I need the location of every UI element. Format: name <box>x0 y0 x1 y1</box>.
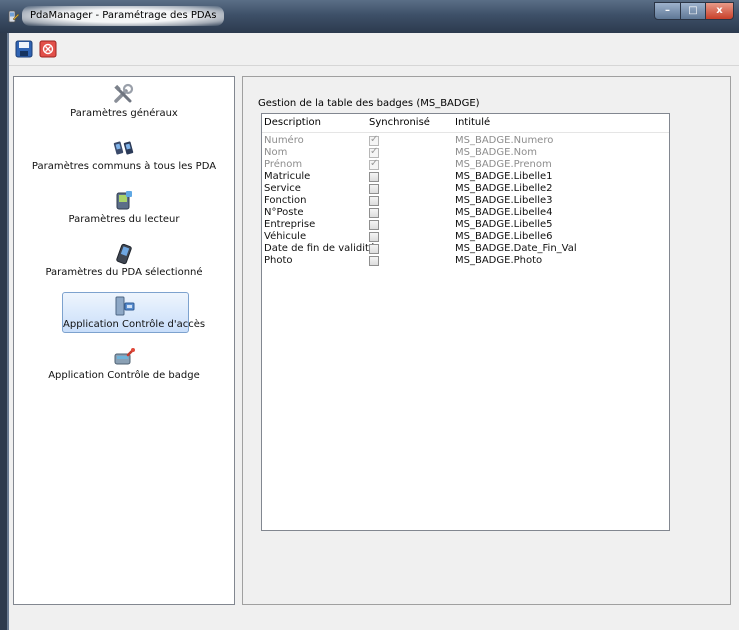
description-cell: Matricule <box>264 171 311 182</box>
table-row[interactable]: Matricule MS_BADGE.Libelle1 <box>262 171 669 183</box>
app-icon <box>8 10 20 23</box>
synchronized-checkbox[interactable] <box>369 256 379 266</box>
description-cell: Prénom <box>264 159 303 170</box>
nav-item-label: Application Contrôle de badge <box>48 370 200 381</box>
nav-item-general-settings[interactable]: Paramètres généraux <box>14 83 234 125</box>
check-icon: ✓ <box>370 146 379 157</box>
column-header-field[interactable]: Intitulé <box>455 117 490 128</box>
pda-icon <box>116 243 132 265</box>
synchronized-checkbox[interactable] <box>369 220 379 230</box>
synchronized-checkbox[interactable] <box>369 232 379 242</box>
maximize-icon: □ <box>688 5 698 16</box>
badge-fields-grid: Description Synchronisé Intitulé Numéro ✓… <box>261 113 670 531</box>
maximize-button[interactable]: □ <box>680 2 706 20</box>
close-button[interactable]: x <box>705 2 734 20</box>
synchronized-checkbox: ✓ <box>369 146 379 158</box>
check-icon: ✓ <box>370 134 379 145</box>
window-title: PdaManager - Paramétrage des PDAs <box>22 6 225 26</box>
table-row[interactable]: Prénom ✓ MS_BADGE.Prenom <box>262 158 669 171</box>
description-cell: Fonction <box>264 195 307 206</box>
group-title: Gestion de la table des badges (MS_BADGE… <box>258 98 480 109</box>
table-row[interactable]: Numéro ✓ MS_BADGE.Numero <box>262 134 669 147</box>
table-row[interactable]: Véhicule MS_BADGE.Libelle6 <box>262 231 669 243</box>
table-row[interactable]: N°Poste MS_BADGE.Libelle4 <box>262 207 669 219</box>
access-control-icon <box>115 296 135 316</box>
field-cell: MS_BADGE.Prenom <box>455 159 552 170</box>
reader-icon <box>116 191 132 210</box>
close-icon: x <box>716 5 723 16</box>
description-cell: Nom <box>264 147 288 158</box>
description-cell: Service <box>264 183 301 194</box>
field-cell: MS_BADGE.Libelle2 <box>455 183 553 194</box>
nav-item-label: Paramètres généraux <box>70 108 178 119</box>
table-row[interactable]: Fonction MS_BADGE.Libelle3 <box>262 195 669 207</box>
devices-icon <box>113 141 134 155</box>
field-cell: MS_BADGE.Nom <box>455 147 537 158</box>
nav-item-reader-settings[interactable]: Paramètres du lecteur <box>14 189 234 231</box>
tools-icon <box>114 83 134 103</box>
nav-item-selected-pda-settings[interactable]: Paramètres du PDA sélectionné <box>14 242 234 284</box>
nav-panel: Paramètres généraux Paramètres communs à… <box>13 76 235 605</box>
description-cell: Numéro <box>264 135 304 146</box>
nav-item-badge-control[interactable]: Application Contrôle de badge <box>14 345 234 387</box>
description-cell: Véhicule <box>264 231 307 242</box>
nav-item-label: Paramètres communs à tous les PDA <box>31 161 217 172</box>
field-cell: MS_BADGE.Date_Fin_Val <box>455 243 577 254</box>
nav-item-label: Paramètres du lecteur <box>68 214 180 225</box>
table-row[interactable]: Date de fin de validité MS_BADGE.Date_Fin… <box>262 243 669 255</box>
nav-item-label: Application Contrôle d'accès <box>63 319 206 330</box>
nav-item-common-settings[interactable]: Paramètres communs à tous les PDA <box>14 136 234 178</box>
synchronized-checkbox[interactable] <box>369 208 379 218</box>
column-header-description[interactable]: Description <box>264 117 321 128</box>
synchronized-checkbox[interactable] <box>369 244 379 254</box>
description-cell: Date de fin de validité <box>264 243 376 254</box>
synchronized-checkbox: ✓ <box>369 158 379 170</box>
minimize-button[interactable]: – <box>654 2 681 20</box>
description-cell: Entreprise <box>264 219 316 230</box>
save-icon[interactable] <box>15 40 33 58</box>
field-cell: MS_BADGE.Photo <box>455 255 543 266</box>
nav-item-label: Paramètres du PDA sélectionné <box>45 267 203 278</box>
check-icon: ✓ <box>370 158 379 169</box>
cancel-icon[interactable] <box>39 40 57 58</box>
table-row[interactable]: Nom ✓ MS_BADGE.Nom <box>262 146 669 159</box>
field-cell: MS_BADGE.Libelle6 <box>455 231 553 242</box>
toolbar <box>9 33 739 66</box>
title-bar: PdaManager - Paramétrage des PDAs – □ x <box>0 0 739 33</box>
description-cell: N°Poste <box>264 207 304 218</box>
synchronized-checkbox[interactable] <box>369 184 379 194</box>
grid-header: Description Synchronisé Intitulé <box>262 114 669 133</box>
minimize-icon: – <box>665 5 670 16</box>
field-cell: MS_BADGE.Numero <box>455 135 554 146</box>
field-cell: MS_BADGE.Libelle4 <box>455 207 553 218</box>
synchronized-checkbox: ✓ <box>369 134 379 146</box>
table-row[interactable]: Photo MS_BADGE.Photo <box>262 255 669 267</box>
window-frame-left <box>0 33 7 630</box>
field-cell: MS_BADGE.Libelle1 <box>455 171 553 182</box>
synchronized-checkbox[interactable] <box>369 172 379 182</box>
badge-control-icon <box>114 348 135 365</box>
synchronized-checkbox[interactable] <box>369 196 379 206</box>
column-header-synchronized[interactable]: Synchronisé <box>369 117 430 128</box>
nav-item-access-control[interactable]: Application Contrôle d'accès <box>62 292 206 333</box>
field-cell: MS_BADGE.Libelle3 <box>455 195 553 206</box>
table-row[interactable]: Entreprise MS_BADGE.Libelle5 <box>262 219 669 231</box>
table-row[interactable]: Service MS_BADGE.Libelle2 <box>262 183 669 195</box>
field-cell: MS_BADGE.Libelle5 <box>455 219 553 230</box>
description-cell: Photo <box>264 255 293 266</box>
